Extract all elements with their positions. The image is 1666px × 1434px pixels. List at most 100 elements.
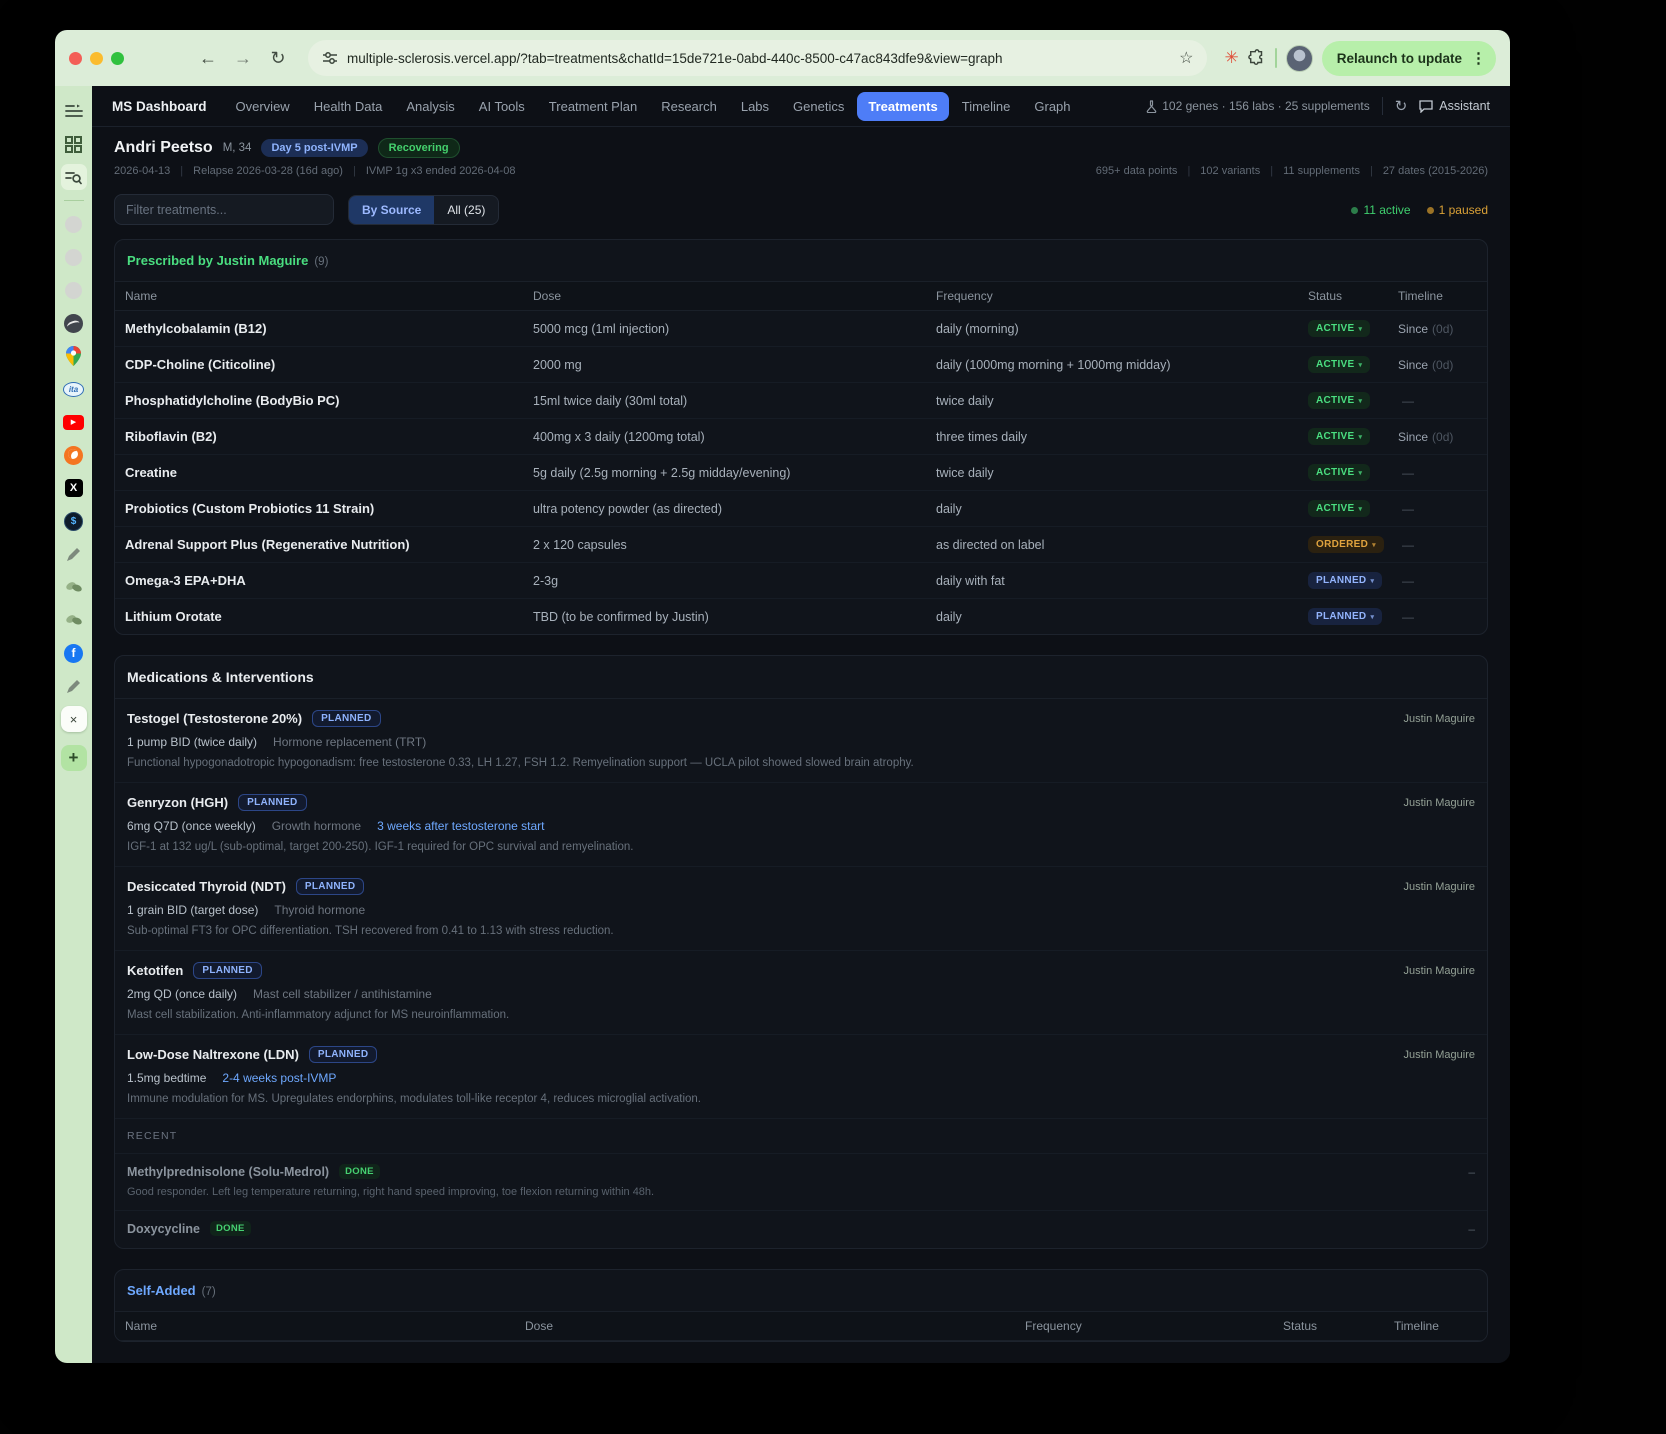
prescribed-count: (9) [314, 256, 328, 268]
nav-tab-health-data[interactable]: Health Data [303, 92, 394, 121]
nav-tab-labs[interactable]: Labs [730, 92, 780, 121]
medication-item[interactable]: Low-Dose Naltrexone (LDN) PLANNED Justin… [115, 1035, 1487, 1119]
profile-avatar[interactable] [1286, 45, 1313, 72]
medication-item[interactable]: Testogel (Testosterone 20%) PLANNED Just… [115, 699, 1487, 783]
prescribed-card: Prescribed by Justin Maguire (9) NameDos… [114, 239, 1488, 635]
status-badge[interactable]: ACTIVE▾ [1308, 464, 1370, 481]
timing-link[interactable]: 3 weeks after testosterone start [377, 819, 544, 833]
nav-divider [1382, 97, 1383, 115]
medication-item[interactable]: Genryzon (HGH) PLANNED Justin Maguire 6m… [115, 783, 1487, 867]
money-plant-tab-icon[interactable] [61, 574, 87, 600]
tab-placeholder-icon[interactable] [61, 244, 87, 270]
relaunch-button[interactable]: Relaunch to update ⋮ [1322, 41, 1496, 76]
sidebar-toggle-icon[interactable] [61, 98, 87, 124]
status-badge[interactable]: PLANNED▾ [1308, 572, 1382, 589]
status-badge[interactable]: ACTIVE▾ [1308, 356, 1370, 373]
patient-header: Andri Peetso M, 34 Day 5 post-IVMP Recov… [92, 127, 1510, 186]
search-list-icon[interactable] [61, 164, 87, 190]
google-maps-tab-icon[interactable] [61, 343, 87, 369]
status-badge[interactable]: PLANNED▾ [1308, 608, 1382, 625]
medications-card: Medications & Interventions Testogel (Te… [114, 655, 1488, 1249]
globe-tab-icon[interactable] [61, 310, 87, 336]
self-added-card: Self-Added (7) NameDose FrequencyStatus … [114, 1269, 1488, 1342]
x-twitter-tab-icon[interactable]: X [61, 475, 87, 501]
table-row[interactable]: CDP-Choline (Citicoline) 2000 mg daily (… [115, 347, 1487, 383]
browser-menu-icon[interactable]: ⋮ [1471, 49, 1486, 67]
site-info-icon[interactable] [322, 50, 338, 66]
status-badge[interactable]: ACTIVE▾ [1308, 320, 1370, 337]
status-badge[interactable]: ACTIVE▾ [1308, 392, 1370, 409]
status-badge[interactable]: ACTIVE▾ [1308, 500, 1370, 517]
refresh-icon[interactable]: ↻ [1395, 97, 1408, 115]
nav-tab-graph[interactable]: Graph [1023, 92, 1081, 121]
data-summary: 102 genes · 156 labs · 25 supplements [1146, 99, 1369, 113]
filter-bar: By Source All (25) 11 active 1 paused [92, 186, 1510, 235]
medication-item[interactable]: Ketotifen PLANNED Justin Maguire 2mg QD … [115, 951, 1487, 1035]
flask-icon [1146, 100, 1157, 113]
recent-medication-item[interactable]: Doxycycline DONE – [115, 1211, 1487, 1248]
table-row[interactable]: Riboflavin (B2) 400mg x 3 daily (1200mg … [115, 419, 1487, 455]
coin-tab-icon[interactable]: $ [61, 508, 87, 534]
patient-sex-age: M, 34 [223, 142, 252, 154]
close-tab-button[interactable]: × [61, 706, 87, 732]
nav-tab-analysis[interactable]: Analysis [395, 92, 465, 121]
tab-placeholder-icon[interactable] [61, 277, 87, 303]
timing-link[interactable]: 2-4 weeks post-IVMP [222, 1071, 336, 1085]
tab-placeholder-icon[interactable] [61, 211, 87, 237]
money-plant-tab-icon[interactable] [61, 607, 87, 633]
sidebar-divider [64, 200, 84, 201]
forward-button[interactable]: → [230, 48, 256, 69]
new-tab-button[interactable]: + [61, 745, 87, 771]
planned-badge: PLANNED [296, 878, 364, 895]
youtube-tab-icon[interactable]: ▶ [61, 409, 87, 435]
status-badge[interactable]: ORDERED▾ [1308, 536, 1384, 553]
back-button[interactable]: ← [195, 48, 221, 69]
recent-medication-item[interactable]: Methylprednisolone (Solu-Medrol) DONE – … [115, 1154, 1487, 1211]
expand-dash: – [1468, 1165, 1475, 1179]
extensions-puzzle-icon[interactable] [1248, 49, 1266, 67]
browser-toolbar: ← → ↻ multiple-sclerosis.vercel.app/?tab… [55, 30, 1510, 86]
reload-button[interactable]: ↻ [265, 48, 291, 69]
window-close-button[interactable] [69, 52, 82, 65]
medication-item[interactable]: Desiccated Thyroid (NDT) PLANNED Justin … [115, 867, 1487, 951]
expand-dash: – [1468, 1222, 1475, 1236]
bookmark-star-icon[interactable]: ☆ [1179, 48, 1193, 68]
nav-tab-overview[interactable]: Overview [225, 92, 301, 121]
medications-title: Medications & Interventions [127, 669, 314, 685]
ms-dashboard-page: MS Dashboard Overview Health Data Analys… [92, 86, 1510, 1363]
status-badge[interactable]: ACTIVE▾ [1308, 428, 1370, 445]
ita-tab-icon[interactable]: ita [61, 376, 87, 402]
extension-starburst-icon[interactable]: ✳ [1224, 48, 1238, 68]
table-row[interactable]: Phosphatidylcholine (BodyBio PC) 15ml tw… [115, 383, 1487, 419]
facebook-tab-icon[interactable]: f [61, 640, 87, 666]
by-source-toggle[interactable]: By Source [349, 196, 434, 224]
nav-tab-genetics[interactable]: Genetics [782, 92, 855, 121]
nav-tab-treatment-plan[interactable]: Treatment Plan [538, 92, 648, 121]
table-row[interactable]: Lithium Orotate TBD (to be confirmed by … [115, 599, 1487, 634]
address-bar[interactable]: multiple-sclerosis.vercel.app/?tab=treat… [308, 40, 1207, 76]
nav-tab-treatments[interactable]: Treatments [857, 92, 948, 121]
table-header: NameDose FrequencyStatus Timeline [115, 1312, 1487, 1341]
filter-input[interactable] [114, 194, 334, 225]
nav-tab-research[interactable]: Research [650, 92, 728, 121]
window-zoom-button[interactable] [111, 52, 124, 65]
crunchyroll-tab-icon[interactable] [61, 442, 87, 468]
pen-tab-icon[interactable] [61, 541, 87, 567]
table-row[interactable]: Methylcobalamin (B12) 5000 mcg (1ml inje… [115, 311, 1487, 347]
assistant-button[interactable]: Assistant [1419, 99, 1490, 113]
table-row[interactable]: Adrenal Support Plus (Regenerative Nutri… [115, 527, 1487, 563]
table-row[interactable]: Creatine 5g daily (2.5g morning + 2.5g m… [115, 455, 1487, 491]
window-minimize-button[interactable] [90, 52, 103, 65]
prescriber-name: Justin Maguire [1403, 713, 1475, 725]
table-row[interactable]: Probiotics (Custom Probiotics 11 Strain)… [115, 491, 1487, 527]
planned-badge: PLANNED [193, 962, 261, 979]
table-row[interactable]: Omega-3 EPA+DHA 2-3g daily with fat PLAN… [115, 563, 1487, 599]
app-brand: MS Dashboard [112, 99, 207, 114]
grid-dashboard-icon[interactable] [61, 131, 87, 157]
pen-tab-icon[interactable] [61, 673, 87, 699]
nav-tab-timeline[interactable]: Timeline [951, 92, 1022, 121]
all-toggle[interactable]: All (25) [434, 196, 498, 224]
app-navigation: MS Dashboard Overview Health Data Analys… [92, 86, 1510, 127]
nav-tab-ai-tools[interactable]: AI Tools [468, 92, 536, 121]
recovering-badge: Recovering [378, 138, 460, 158]
